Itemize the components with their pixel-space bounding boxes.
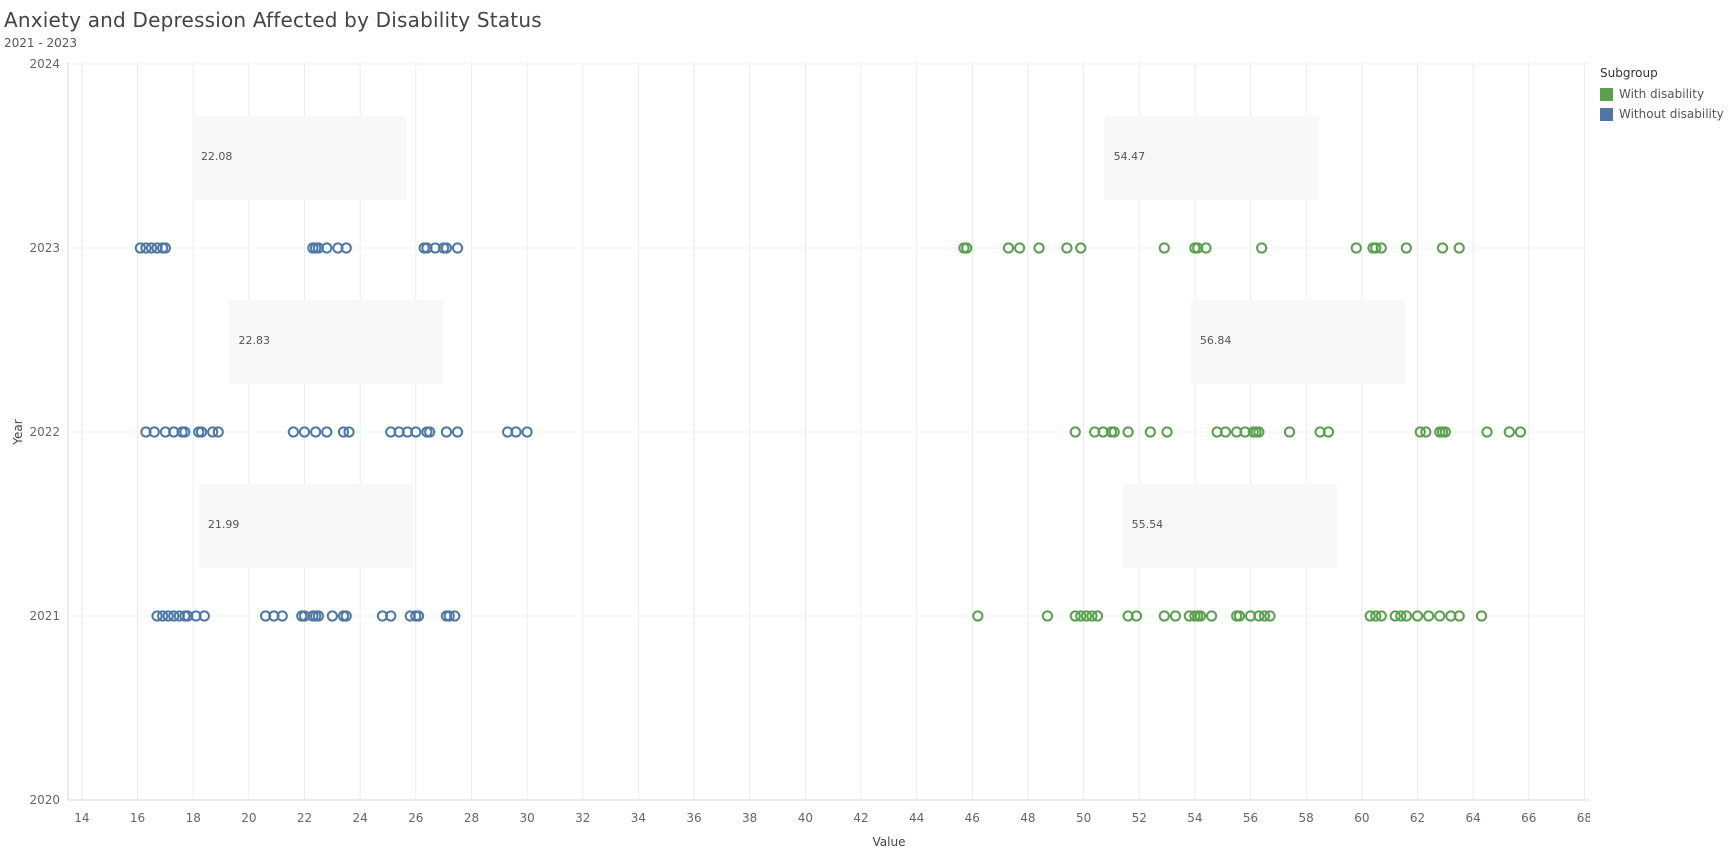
x-tick-label: 20	[241, 811, 256, 825]
x-tick-label: 42	[853, 811, 868, 825]
legend[interactable]: Subgroup With disability Without disabil…	[1600, 66, 1724, 124]
annotation-label: 22.83	[239, 334, 271, 347]
x-tick-label: 68	[1577, 811, 1590, 825]
annotation-label: 22.08	[201, 150, 233, 163]
x-tick-label: 66	[1521, 811, 1536, 825]
x-tick-label: 54	[1187, 811, 1202, 825]
x-tick-label: 58	[1299, 811, 1314, 825]
legend-item-without-disability[interactable]: Without disability	[1600, 104, 1724, 124]
x-tick-label: 44	[909, 811, 924, 825]
y-tick-label: 2024	[29, 57, 60, 71]
x-tick-label: 56	[1243, 811, 1258, 825]
x-tick-label: 16	[130, 811, 145, 825]
annotation-label: 21.99	[208, 518, 240, 531]
y-tick-label: 2022	[29, 425, 60, 439]
x-tick-label: 62	[1410, 811, 1425, 825]
y-axis-title: Year	[11, 419, 25, 445]
legend-item-with-disability[interactable]: With disability	[1600, 84, 1724, 104]
x-tick-label: 36	[686, 811, 701, 825]
x-tick-label: 52	[1132, 811, 1147, 825]
x-tick-label: 48	[1020, 811, 1035, 825]
x-tick-label: 14	[74, 811, 89, 825]
x-tick-label: 28	[464, 811, 479, 825]
x-axis-title: Value	[873, 835, 906, 849]
x-tick-label: 64	[1465, 811, 1480, 825]
x-tick-label: 46	[965, 811, 980, 825]
x-tick-label: 26	[408, 811, 423, 825]
y-tick-label: 2020	[29, 793, 60, 807]
x-tick-label: 24	[353, 811, 368, 825]
annotation-label: 54.47	[1114, 150, 1146, 163]
y-tick-label: 2021	[29, 609, 60, 623]
annotation-label: 56.84	[1200, 334, 1232, 347]
legend-title: Subgroup	[1600, 66, 1658, 80]
x-tick-label: 32	[575, 811, 590, 825]
x-tick-label: 22	[297, 811, 312, 825]
x-tick-label: 60	[1354, 811, 1369, 825]
x-tick-label: 38	[742, 811, 757, 825]
legend-label-without-disability: Without disability	[1619, 107, 1724, 121]
annotation-label: 55.54	[1132, 518, 1164, 531]
x-tick-label: 30	[519, 811, 534, 825]
legend-label-with-disability: With disability	[1619, 87, 1705, 101]
legend-swatch-without-disability	[1600, 107, 1613, 121]
scatter-chart: 14 16 18 20 22 24 26 28 30 32 34 36 38 40 42 44 46 48 50 52…	[11, 57, 1590, 849]
y-tick-label: 2023	[29, 241, 60, 255]
x-tick-label: 50	[1076, 811, 1091, 825]
x-tick-label: 34	[631, 811, 646, 825]
x-tick-label: 40	[798, 811, 813, 825]
legend-swatch-with-disability	[1600, 87, 1613, 101]
x-tick-label: 18	[186, 811, 201, 825]
